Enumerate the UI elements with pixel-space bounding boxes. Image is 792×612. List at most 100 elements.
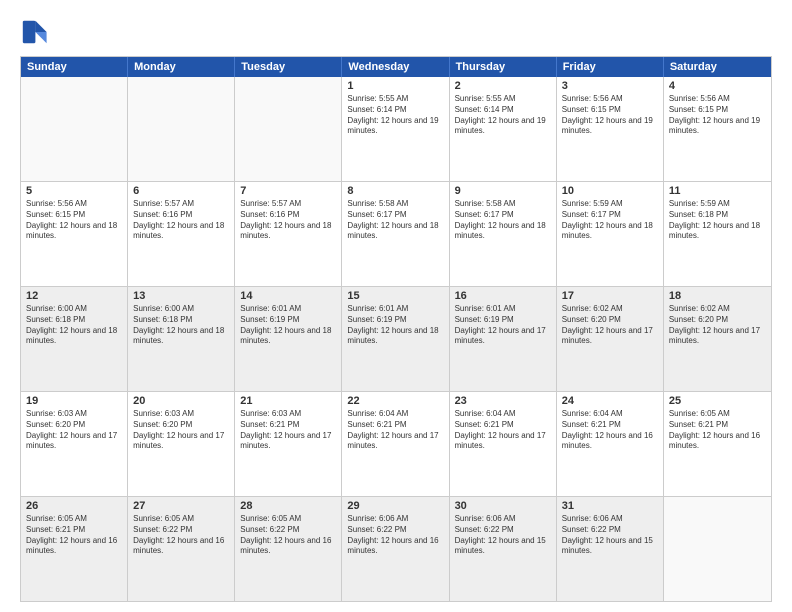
logo-icon [20,18,48,46]
calendar-row: 5 Sunrise: 5:56 AM Sunset: 6:15 PM Daylig… [21,181,771,286]
day-info: Sunrise: 6:05 AM Sunset: 6:22 PM Dayligh… [133,514,229,557]
day-number: 25 [669,395,766,407]
day-number: 12 [26,290,122,302]
day-info: Sunrise: 5:58 AM Sunset: 6:17 PM Dayligh… [347,199,443,242]
day-info: Sunrise: 6:03 AM Sunset: 6:21 PM Dayligh… [240,409,336,452]
calendar-cell: 23Sunrise: 6:04 AM Sunset: 6:21 PM Dayli… [450,392,557,496]
calendar-cell: 1 Sunrise: 5:55 AM Sunset: 6:14 PM Daylig… [342,77,449,181]
day-info: Sunrise: 6:06 AM Sunset: 6:22 PM Dayligh… [455,514,551,557]
weekday-header: Monday [128,57,235,77]
calendar-cell: 9 Sunrise: 5:58 AM Sunset: 6:17 PM Daylig… [450,182,557,286]
day-info: Sunrise: 6:03 AM Sunset: 6:20 PM Dayligh… [133,409,229,452]
calendar-cell: 11Sunrise: 5:59 AM Sunset: 6:18 PM Dayli… [664,182,771,286]
calendar-cell: 5 Sunrise: 5:56 AM Sunset: 6:15 PM Daylig… [21,182,128,286]
calendar-cell [235,77,342,181]
day-info: Sunrise: 5:56 AM Sunset: 6:15 PM Dayligh… [26,199,122,242]
calendar-cell [664,497,771,601]
calendar-cell: 28 Sunrise: 6:05 AM Sunset: 6:22 PM Dayli… [235,497,342,601]
day-number: 8 [347,185,443,197]
weekday-header: Saturday [664,57,771,77]
day-number: 21 [240,395,336,407]
day-info: Sunrise: 6:02 AM Sunset: 6:20 PM Dayligh… [669,304,766,347]
day-info: Sunrise: 6:06 AM Sunset: 6:22 PM Dayligh… [347,514,443,557]
day-info: Sunrise: 6:05 AM Sunset: 6:21 PM Dayligh… [669,409,766,452]
day-info: Sunrise: 5:57 AM Sunset: 6:16 PM Dayligh… [240,199,336,242]
calendar-cell: 17 Sunrise: 6:02 AM Sunset: 6:20 PM Dayli… [557,287,664,391]
day-info: Sunrise: 6:03 AM Sunset: 6:20 PM Dayligh… [26,409,122,452]
calendar-cell: 13Sunrise: 6:00 AM Sunset: 6:18 PM Dayli… [128,287,235,391]
day-number: 4 [669,80,766,92]
calendar-cell: 18 Sunrise: 6:02 AM Sunset: 6:20 PM Dayli… [664,287,771,391]
calendar-cell: 8 Sunrise: 5:58 AM Sunset: 6:17 PM Daylig… [342,182,449,286]
calendar-cell: 10 Sunrise: 5:59 AM Sunset: 6:17 PM Dayli… [557,182,664,286]
calendar-body: 1 Sunrise: 5:55 AM Sunset: 6:14 PM Daylig… [21,77,771,601]
calendar-cell: 6 Sunrise: 5:57 AM Sunset: 6:16 PM Daylig… [128,182,235,286]
day-info: Sunrise: 6:01 AM Sunset: 6:19 PM Dayligh… [455,304,551,347]
weekday-header: Wednesday [342,57,449,77]
day-number: 30 [455,500,551,512]
calendar-cell: 15Sunrise: 6:01 AM Sunset: 6:19 PM Dayli… [342,287,449,391]
calendar-cell: 12 Sunrise: 6:00 AM Sunset: 6:18 PM Dayli… [21,287,128,391]
calendar-cell: 16Sunrise: 6:01 AM Sunset: 6:19 PM Dayli… [450,287,557,391]
calendar-cell: 7 Sunrise: 5:57 AM Sunset: 6:16 PM Daylig… [235,182,342,286]
calendar-cell: 26Sunrise: 6:05 AM Sunset: 6:21 PM Dayli… [21,497,128,601]
day-info: Sunrise: 5:57 AM Sunset: 6:16 PM Dayligh… [133,199,229,242]
calendar-cell: 20 Sunrise: 6:03 AM Sunset: 6:20 PM Dayli… [128,392,235,496]
calendar: SundayMondayTuesdayWednesdayThursdayFrid… [20,56,772,602]
day-info: Sunrise: 5:56 AM Sunset: 6:15 PM Dayligh… [669,94,766,137]
day-number: 29 [347,500,443,512]
day-number: 3 [562,80,658,92]
calendar-cell: 4 Sunrise: 5:56 AM Sunset: 6:15 PM Daylig… [664,77,771,181]
calendar-cell: 14Sunrise: 6:01 AM Sunset: 6:19 PM Dayli… [235,287,342,391]
day-number: 1 [347,80,443,92]
day-number: 5 [26,185,122,197]
day-info: Sunrise: 6:04 AM Sunset: 6:21 PM Dayligh… [455,409,551,452]
calendar-cell: 25 Sunrise: 6:05 AM Sunset: 6:21 PM Dayli… [664,392,771,496]
logo [20,18,52,46]
day-number: 10 [562,185,658,197]
day-info: Sunrise: 6:04 AM Sunset: 6:21 PM Dayligh… [562,409,658,452]
calendar-cell: 19 Sunrise: 6:03 AM Sunset: 6:20 PM Dayli… [21,392,128,496]
weekday-header: Tuesday [235,57,342,77]
calendar-row: 12 Sunrise: 6:00 AM Sunset: 6:18 PM Dayli… [21,286,771,391]
day-number: 7 [240,185,336,197]
calendar-cell: 30 Sunrise: 6:06 AM Sunset: 6:22 PM Dayli… [450,497,557,601]
calendar-cell [21,77,128,181]
day-number: 20 [133,395,229,407]
calendar-row: 1 Sunrise: 5:55 AM Sunset: 6:14 PM Daylig… [21,77,771,181]
day-info: Sunrise: 6:00 AM Sunset: 6:18 PM Dayligh… [26,304,122,347]
day-number: 19 [26,395,122,407]
day-info: Sunrise: 6:00 AM Sunset: 6:18 PM Dayligh… [133,304,229,347]
header [20,18,772,46]
calendar-row: 19 Sunrise: 6:03 AM Sunset: 6:20 PM Dayli… [21,391,771,496]
calendar-cell: 24 Sunrise: 6:04 AM Sunset: 6:21 PM Dayli… [557,392,664,496]
calendar-cell: 29 Sunrise: 6:06 AM Sunset: 6:22 PM Dayli… [342,497,449,601]
day-info: Sunrise: 6:04 AM Sunset: 6:21 PM Dayligh… [347,409,443,452]
day-info: Sunrise: 5:55 AM Sunset: 6:14 PM Dayligh… [347,94,443,137]
day-info: Sunrise: 5:55 AM Sunset: 6:14 PM Dayligh… [455,94,551,137]
day-number: 28 [240,500,336,512]
calendar-cell [128,77,235,181]
day-number: 6 [133,185,229,197]
day-info: Sunrise: 5:58 AM Sunset: 6:17 PM Dayligh… [455,199,551,242]
calendar-cell: 2 Sunrise: 5:55 AM Sunset: 6:14 PM Daylig… [450,77,557,181]
day-number: 11 [669,185,766,197]
day-number: 31 [562,500,658,512]
day-number: 9 [455,185,551,197]
weekday-header: Thursday [450,57,557,77]
day-number: 17 [562,290,658,302]
day-number: 18 [669,290,766,302]
day-info: Sunrise: 5:59 AM Sunset: 6:17 PM Dayligh… [562,199,658,242]
day-number: 14 [240,290,336,302]
day-info: Sunrise: 6:02 AM Sunset: 6:20 PM Dayligh… [562,304,658,347]
day-number: 15 [347,290,443,302]
calendar-row: 26Sunrise: 6:05 AM Sunset: 6:21 PM Dayli… [21,496,771,601]
day-info: Sunrise: 5:56 AM Sunset: 6:15 PM Dayligh… [562,94,658,137]
day-info: Sunrise: 6:06 AM Sunset: 6:22 PM Dayligh… [562,514,658,557]
calendar-cell: 3 Sunrise: 5:56 AM Sunset: 6:15 PM Daylig… [557,77,664,181]
day-number: 2 [455,80,551,92]
calendar-cell: 22Sunrise: 6:04 AM Sunset: 6:21 PM Dayli… [342,392,449,496]
day-number: 24 [562,395,658,407]
weekday-header: Sunday [21,57,128,77]
day-info: Sunrise: 6:05 AM Sunset: 6:22 PM Dayligh… [240,514,336,557]
